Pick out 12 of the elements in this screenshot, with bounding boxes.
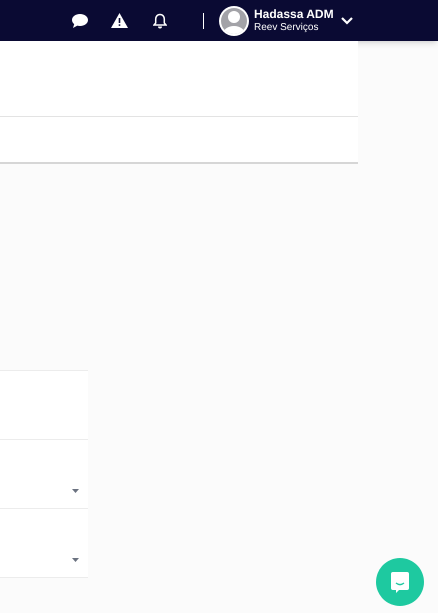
avatar-icon[interactable] [219, 6, 249, 36]
bell-icon[interactable] [153, 12, 167, 28]
caret-icon [72, 489, 79, 493]
form-field[interactable] [0, 509, 88, 578]
chevron-down-icon[interactable] [340, 16, 353, 24]
chat-icon [390, 571, 410, 593]
caret-icon [72, 558, 79, 562]
warning-icon[interactable] [111, 13, 128, 28]
form-field[interactable] [0, 440, 88, 509]
chat-bubble-icon[interactable] [71, 12, 89, 28]
user-name: Hadassa ADM [254, 8, 334, 20]
company-name: Reev Serviços [254, 23, 320, 33]
